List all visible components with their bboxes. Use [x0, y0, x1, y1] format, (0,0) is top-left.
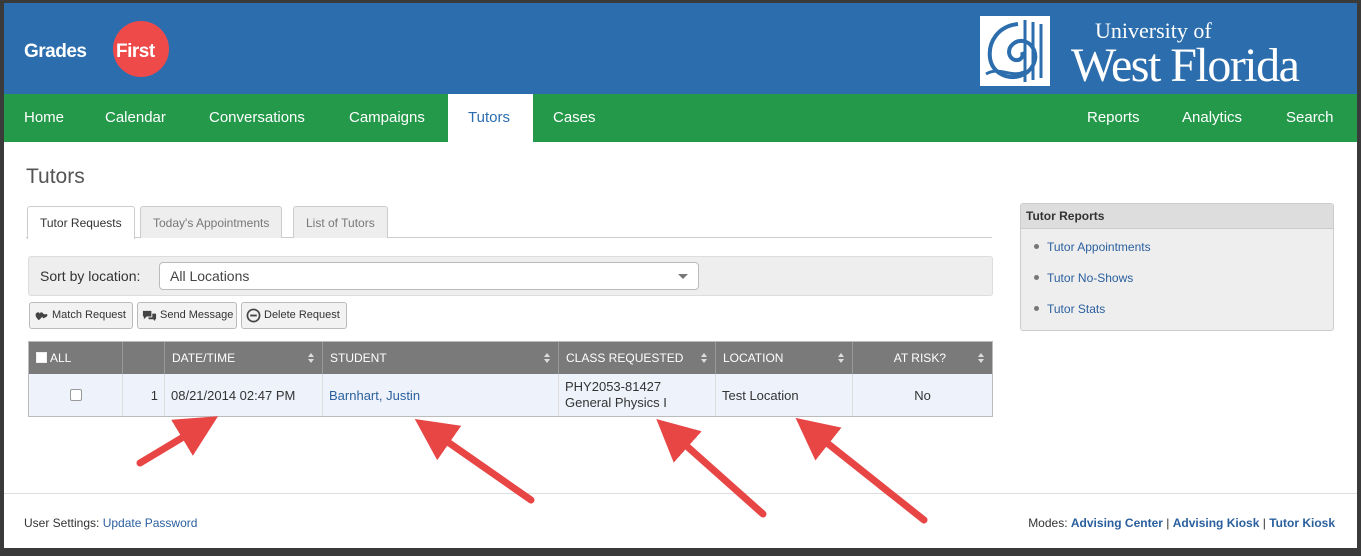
header: Grades First University of West Florida	[4, 3, 1357, 94]
page-title: Tutors	[26, 165, 85, 188]
minus-circle-icon	[246, 308, 261, 323]
header-number	[123, 342, 165, 374]
gradesfirst-logo[interactable]: Grades First	[24, 21, 174, 77]
match-request-button[interactable]: Match Request	[29, 302, 133, 329]
nav-reports[interactable]: Reports	[1067, 94, 1160, 142]
footer-modes: Modes: Advising Center | Advising Kiosk …	[1028, 516, 1335, 530]
header-datetime[interactable]: DATE/TIME	[165, 342, 323, 374]
tutor-appointments-link[interactable]: Tutor Appointments	[1047, 240, 1151, 254]
delete-request-label: Delete Request	[264, 309, 340, 321]
sort-icon	[544, 353, 550, 363]
nav-analytics[interactable]: Analytics	[1162, 94, 1262, 142]
arrow-student	[414, 418, 535, 504]
row-select-cell	[29, 374, 123, 416]
arrow-class	[656, 419, 767, 518]
nav-tutors[interactable]: Tutors	[448, 94, 533, 142]
bullet-icon	[1034, 306, 1039, 311]
tutor-requests-table: ALL DATE/TIME STUDENT CLASS REQUESTED LO…	[28, 341, 993, 417]
bullet-icon	[1034, 244, 1039, 249]
chevron-down-icon	[678, 274, 688, 279]
tutor-no-shows-link[interactable]: Tutor No-Shows	[1047, 271, 1133, 285]
header-all: ALL	[50, 351, 72, 365]
tutor-reports-title: Tutor Reports	[1021, 204, 1333, 229]
separator: |	[1262, 516, 1266, 530]
west-florida-text: West Florida	[1071, 39, 1300, 92]
nav-conversations[interactable]: Conversations	[189, 94, 325, 142]
sort-icon	[308, 353, 314, 363]
row-student-cell: Barnhart, Justin	[323, 374, 559, 416]
modes-label: Modes:	[1028, 516, 1068, 530]
university-logo: University of West Florida	[980, 16, 1340, 92]
sort-icon	[838, 353, 844, 363]
header-student-label: STUDENT	[330, 351, 387, 365]
app-window: Grades First University of West Florida …	[4, 3, 1357, 548]
header-class-label: CLASS REQUESTED	[566, 351, 684, 365]
location-filter-bar: Sort by location: All Locations	[28, 256, 993, 296]
sort-location-label: Sort by location:	[40, 268, 141, 284]
send-message-button[interactable]: Send Message	[137, 302, 237, 329]
report-item-appointments: Tutor Appointments	[1034, 240, 1151, 254]
update-password-link[interactable]: Update Password	[103, 516, 198, 530]
report-item-no-shows: Tutor No-Shows	[1034, 271, 1133, 285]
arrow-location	[795, 417, 928, 524]
tab-todays-appointments[interactable]: Today's Appointments	[140, 206, 283, 238]
bullet-icon	[1034, 275, 1039, 280]
row-checkbox[interactable]	[69, 389, 82, 401]
row-number: 1	[123, 374, 165, 416]
header-class[interactable]: CLASS REQUESTED	[559, 342, 716, 374]
advising-kiosk-link[interactable]: Advising Kiosk	[1173, 516, 1260, 530]
sort-icon	[701, 353, 707, 363]
location-select[interactable]: All Locations	[159, 262, 699, 290]
location-select-value: All Locations	[170, 268, 250, 284]
tutor-kiosk-link[interactable]: Tutor Kiosk	[1269, 516, 1335, 530]
sort-icon	[978, 353, 984, 363]
footer-divider	[4, 493, 1357, 494]
tab-list-of-tutors[interactable]: List of Tutors	[293, 206, 388, 238]
nautilus-icon	[980, 16, 1050, 86]
table-header: ALL DATE/TIME STUDENT CLASS REQUESTED LO…	[29, 342, 992, 374]
header-datetime-label: DATE/TIME	[172, 351, 236, 365]
hearts-icon	[35, 312, 48, 321]
nav-search[interactable]: Search	[1266, 94, 1354, 142]
tutor-stats-link[interactable]: Tutor Stats	[1047, 302, 1105, 316]
logo-first-text: First	[116, 41, 155, 62]
logo-grades-text: Grades	[24, 41, 87, 62]
student-link[interactable]: Barnhart, Justin	[329, 388, 420, 403]
table-row[interactable]: 1 08/21/2014 02:47 PM Barnhart, Justin P…	[29, 374, 992, 416]
header-location-label: LOCATION	[723, 351, 784, 365]
report-item-stats: Tutor Stats	[1034, 302, 1105, 316]
header-location[interactable]: LOCATION	[716, 342, 853, 374]
arrow-datetime	[136, 416, 219, 467]
advising-center-link[interactable]: Advising Center	[1071, 516, 1163, 530]
send-message-label: Send Message	[160, 309, 234, 321]
nav-calendar[interactable]: Calendar	[85, 94, 186, 142]
user-settings-label: User Settings:	[24, 516, 100, 530]
separator: |	[1166, 516, 1170, 530]
row-datetime: 08/21/2014 02:47 PM	[165, 374, 323, 416]
match-request-label: Match Request	[52, 309, 126, 321]
main-nav: Home Calendar Conversations Campaigns Tu…	[4, 94, 1357, 142]
header-student[interactable]: STUDENT	[323, 342, 559, 374]
chat-icon	[142, 310, 157, 322]
footer-user-settings: User Settings: Update Password	[24, 516, 197, 530]
delete-request-button[interactable]: Delete Request	[241, 302, 347, 329]
row-at-risk: No	[914, 387, 931, 403]
nav-home[interactable]: Home	[4, 94, 84, 142]
header-risk-label: AT RISK?	[893, 351, 946, 365]
row-class: PHY2053-81427 General Physics I	[559, 374, 716, 416]
select-all-header[interactable]: ALL	[29, 342, 123, 374]
tab-tutor-requests[interactable]: Tutor Requests	[27, 206, 135, 239]
nav-campaigns[interactable]: Campaigns	[329, 94, 445, 142]
tutor-reports-panel: Tutor Reports Tutor Appointments Tutor N…	[1020, 203, 1334, 331]
nav-cases[interactable]: Cases	[533, 94, 616, 142]
row-location: Test Location	[716, 374, 853, 416]
header-at-risk[interactable]: AT RISK?	[853, 342, 992, 374]
select-all-checkbox[interactable]	[36, 352, 47, 363]
